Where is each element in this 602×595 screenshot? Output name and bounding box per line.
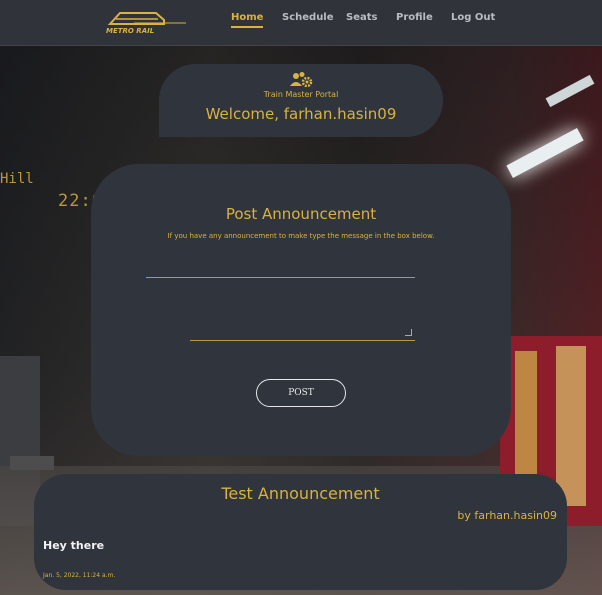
- welcome-card: Train Master Portal Welcome, farhan.hasi…: [159, 64, 443, 137]
- announcement-body: Hey there: [43, 539, 105, 552]
- welcome-greeting: Welcome, farhan.hasin09: [205, 105, 397, 123]
- nav-profile[interactable]: Profile: [396, 12, 433, 23]
- train-door: [556, 346, 586, 506]
- announcement-card: Test Announcement by farhan.hasin09 Hey …: [34, 474, 567, 590]
- resize-handle-icon[interactable]: [405, 329, 412, 336]
- nav-seats[interactable]: Seats: [346, 12, 377, 23]
- nav-schedule[interactable]: Schedule: [282, 12, 334, 23]
- post-announcement-hint: If you have any announcement to make typ…: [167, 232, 435, 240]
- platform-bench: [10, 456, 54, 470]
- metro-rail-logo[interactable]: METRO RAIL: [104, 10, 188, 36]
- portal-label: Train Master Portal: [263, 90, 339, 99]
- nav-logout[interactable]: Log Out: [451, 12, 495, 23]
- navbar: METRO RAIL Home Schedule Seats Profile L…: [0, 0, 602, 46]
- announcement-date: Jan. 5, 2022, 11:24 a.m.: [43, 572, 116, 579]
- announcement-title-input[interactable]: [146, 259, 415, 278]
- post-announcement-panel: Post Announcement If you have any announ…: [91, 164, 511, 456]
- post-button[interactable]: POST: [256, 379, 346, 407]
- user-gear-icon: [290, 72, 313, 88]
- ceiling-light: [545, 74, 595, 108]
- ceiling-light: [506, 128, 584, 178]
- nav-home[interactable]: Home: [231, 12, 264, 28]
- station-sign: Hill: [0, 171, 34, 187]
- announcement-title: Test Announcement: [221, 484, 380, 503]
- logo-text: METRO RAIL: [106, 27, 154, 35]
- announcement-author: by farhan.hasin09: [457, 509, 557, 522]
- post-announcement-heading: Post Announcement: [225, 205, 377, 223]
- announcement-message-input[interactable]: [190, 322, 415, 341]
